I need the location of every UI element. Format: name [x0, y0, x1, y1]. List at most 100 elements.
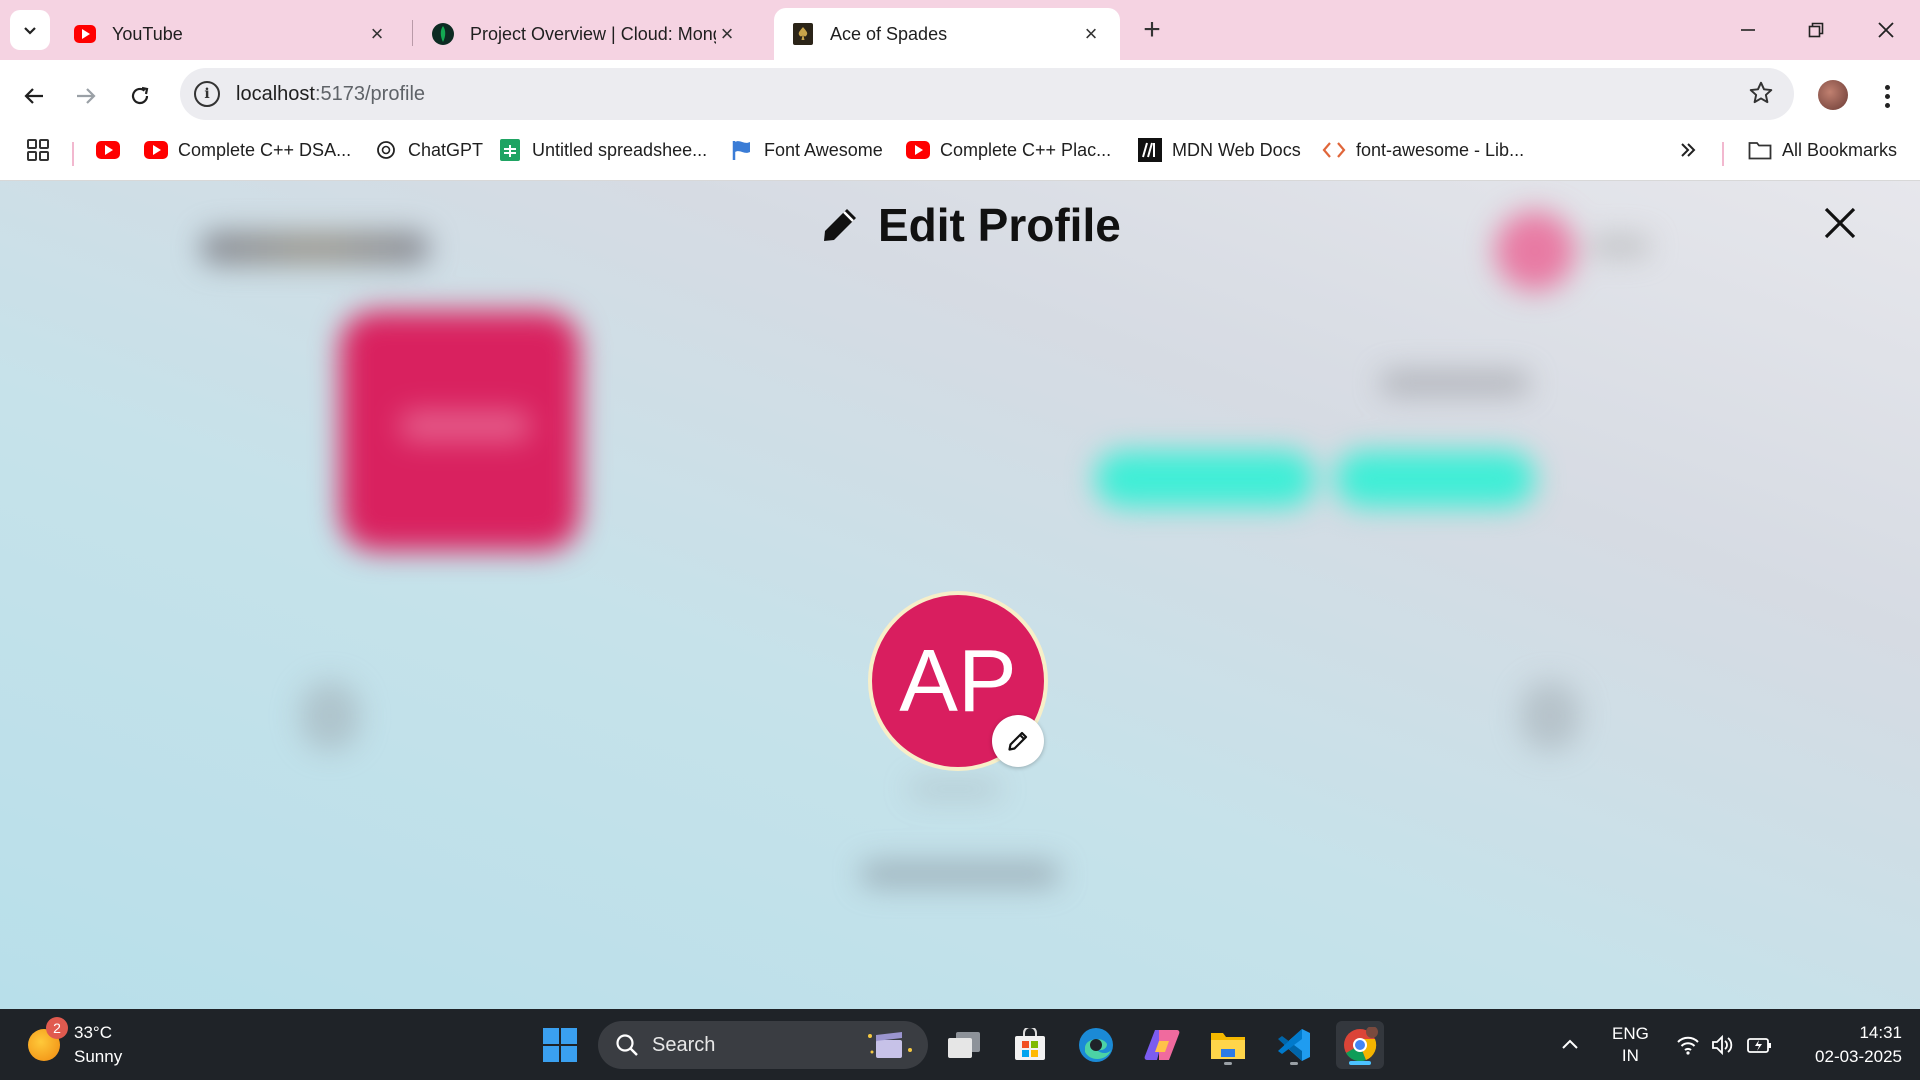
all-bookmarks-label: All Bookmarks [1782, 139, 1898, 160]
chevron-double-right-icon [1681, 143, 1696, 157]
clock-time: 14:31 [1859, 1023, 1902, 1042]
search-placeholder: Search [652, 1033, 716, 1056]
tab-title: Ace of Spades [830, 23, 948, 44]
browser-toolbar: i localhost:5173/profile Complete C++ DS… [0, 60, 1920, 188]
site-info-icon[interactable]: i [194, 81, 220, 107]
bookmarks-separator [1722, 142, 1724, 166]
tab-youtube[interactable]: YouTube × [56, 8, 406, 60]
close-icon[interactable]: × [1080, 21, 1102, 46]
task-view-button[interactable] [940, 1021, 988, 1069]
vscode-button[interactable] [1270, 1021, 1318, 1069]
bookmark-star-icon[interactable] [1748, 80, 1774, 106]
youtube-icon [96, 139, 120, 161]
bookmark-item[interactable]: Font Awesome [730, 136, 883, 164]
bookmark-item[interactable]: Untitled spreadshee... [498, 136, 707, 164]
taskbar-search[interactable]: Search [598, 1021, 928, 1069]
weather-widget[interactable]: 2 33°C Sunny [28, 1017, 123, 1069]
profile-avatar-button[interactable] [1818, 80, 1848, 110]
chatgpt-icon [374, 139, 398, 161]
all-bookmarks-button[interactable]: All Bookmarks [1748, 136, 1897, 164]
battery-button[interactable] [1746, 1009, 1774, 1080]
address-bar[interactable]: i localhost:5173/profile [180, 68, 1794, 120]
bookmark-youtube[interactable] [96, 136, 130, 164]
ace-of-spades-icon [792, 23, 814, 45]
bookmark-label: Complete C++ DSA... [178, 139, 352, 160]
tab-title: Project Overview | Cloud: MongoDB Cloud [470, 23, 716, 44]
bookmark-item[interactable]: font-awesome - Lib... [1322, 136, 1524, 164]
start-button[interactable] [536, 1021, 584, 1069]
bookmark-label: font-awesome - Lib... [1356, 139, 1525, 160]
volume-button[interactable] [1710, 1009, 1734, 1080]
code-icon [1322, 139, 1346, 161]
folder-icon [1211, 1033, 1245, 1059]
reload-button[interactable] [120, 76, 160, 116]
file-explorer-button[interactable] [1204, 1021, 1252, 1069]
bookmark-item[interactable]: Complete C++ Plac... [906, 136, 1111, 164]
tab-mongodb[interactable]: Project Overview | Cloud: MongoDB Cloud … [414, 8, 756, 60]
background-nav-text [1590, 236, 1650, 256]
forward-button[interactable] [66, 76, 106, 116]
arrow-right-icon [77, 88, 96, 104]
minimize-button[interactable] [1720, 8, 1776, 52]
weather-temperature: 33°C [74, 1023, 112, 1042]
page-content: Edit Profile AP [0, 181, 1920, 1009]
close-window-button[interactable] [1858, 8, 1914, 52]
clapperboard-icon [868, 1032, 912, 1058]
clock-date: 02-03-2025 [1815, 1047, 1902, 1066]
tab-ace-of-spades[interactable]: Ace of Spades × [774, 8, 1120, 60]
new-tab-button[interactable]: + [1136, 12, 1168, 48]
sheets-icon [498, 139, 522, 161]
apps-button[interactable] [26, 136, 50, 164]
windows-taskbar: 2 33°C Sunny Search ENG IN 14:31 02-03-2… [0, 1009, 1920, 1080]
reload-icon [131, 86, 149, 105]
battery-charging-icon [1747, 1037, 1771, 1053]
bookmark-item[interactable]: ChatGPT [374, 136, 483, 164]
close-icon[interactable]: × [716, 21, 738, 46]
tab-title: YouTube [112, 23, 183, 44]
bookmarks-bar: Complete C++ DSA... ChatGPT Untitled spr… [0, 128, 1920, 172]
store-icon [1015, 1028, 1045, 1060]
network-button[interactable] [1676, 1009, 1700, 1080]
browser-menu-button[interactable] [1872, 76, 1902, 116]
modal-title-text: Edit Profile [878, 199, 1121, 251]
edge-button[interactable] [1072, 1021, 1120, 1069]
pencil-icon [1008, 731, 1028, 751]
wifi-icon [1677, 1036, 1699, 1055]
minimize-icon [1741, 29, 1755, 31]
background-side-element [1520, 681, 1580, 751]
youtube-icon [74, 23, 96, 45]
arrow-left-icon [24, 88, 43, 104]
bookmark-label: MDN Web Docs [1172, 139, 1301, 160]
mongodb-icon [432, 23, 454, 45]
folder-icon [1748, 139, 1772, 161]
bookmark-label: Untitled spreadshee... [532, 139, 708, 160]
bookmark-item[interactable]: MDN Web Docs [1138, 136, 1301, 164]
system-clock[interactable]: 14:31 02-03-2025 [1786, 1021, 1902, 1069]
bookmark-item[interactable]: Complete C++ DSA... [144, 136, 351, 164]
edit-avatar-button[interactable] [992, 715, 1044, 767]
vscode-icon [1278, 1029, 1310, 1061]
task-view-icon [948, 1032, 980, 1058]
background-button [1095, 451, 1315, 507]
microsoft-store-button[interactable] [1006, 1021, 1054, 1069]
weather-condition: Sunny [74, 1047, 123, 1066]
show-hidden-icons-button[interactable] [1560, 1009, 1580, 1080]
search-icon [616, 1034, 638, 1056]
pencil-icon [824, 209, 856, 241]
bookmark-label: Complete C++ Plac... [940, 139, 1112, 160]
copilot-icon [1144, 1030, 1180, 1060]
address-url[interactable]: localhost:5173/profile [236, 83, 425, 106]
back-button[interactable] [14, 76, 54, 116]
bookmark-label: Font Awesome [764, 139, 883, 160]
background-caption [910, 781, 1000, 797]
tab-search-button[interactable] [10, 10, 50, 50]
background-nav-avatar [1495, 211, 1575, 291]
close-icon[interactable]: × [366, 21, 388, 46]
copilot-button[interactable] [1138, 1021, 1186, 1069]
restore-button[interactable] [1788, 8, 1844, 52]
more-bookmarks-button[interactable] [1678, 136, 1698, 164]
close-icon[interactable] [1822, 205, 1858, 241]
running-indicator [1290, 1062, 1298, 1065]
language-indicator[interactable]: ENG IN [1612, 1009, 1649, 1080]
chrome-button[interactable] [1336, 1021, 1384, 1069]
